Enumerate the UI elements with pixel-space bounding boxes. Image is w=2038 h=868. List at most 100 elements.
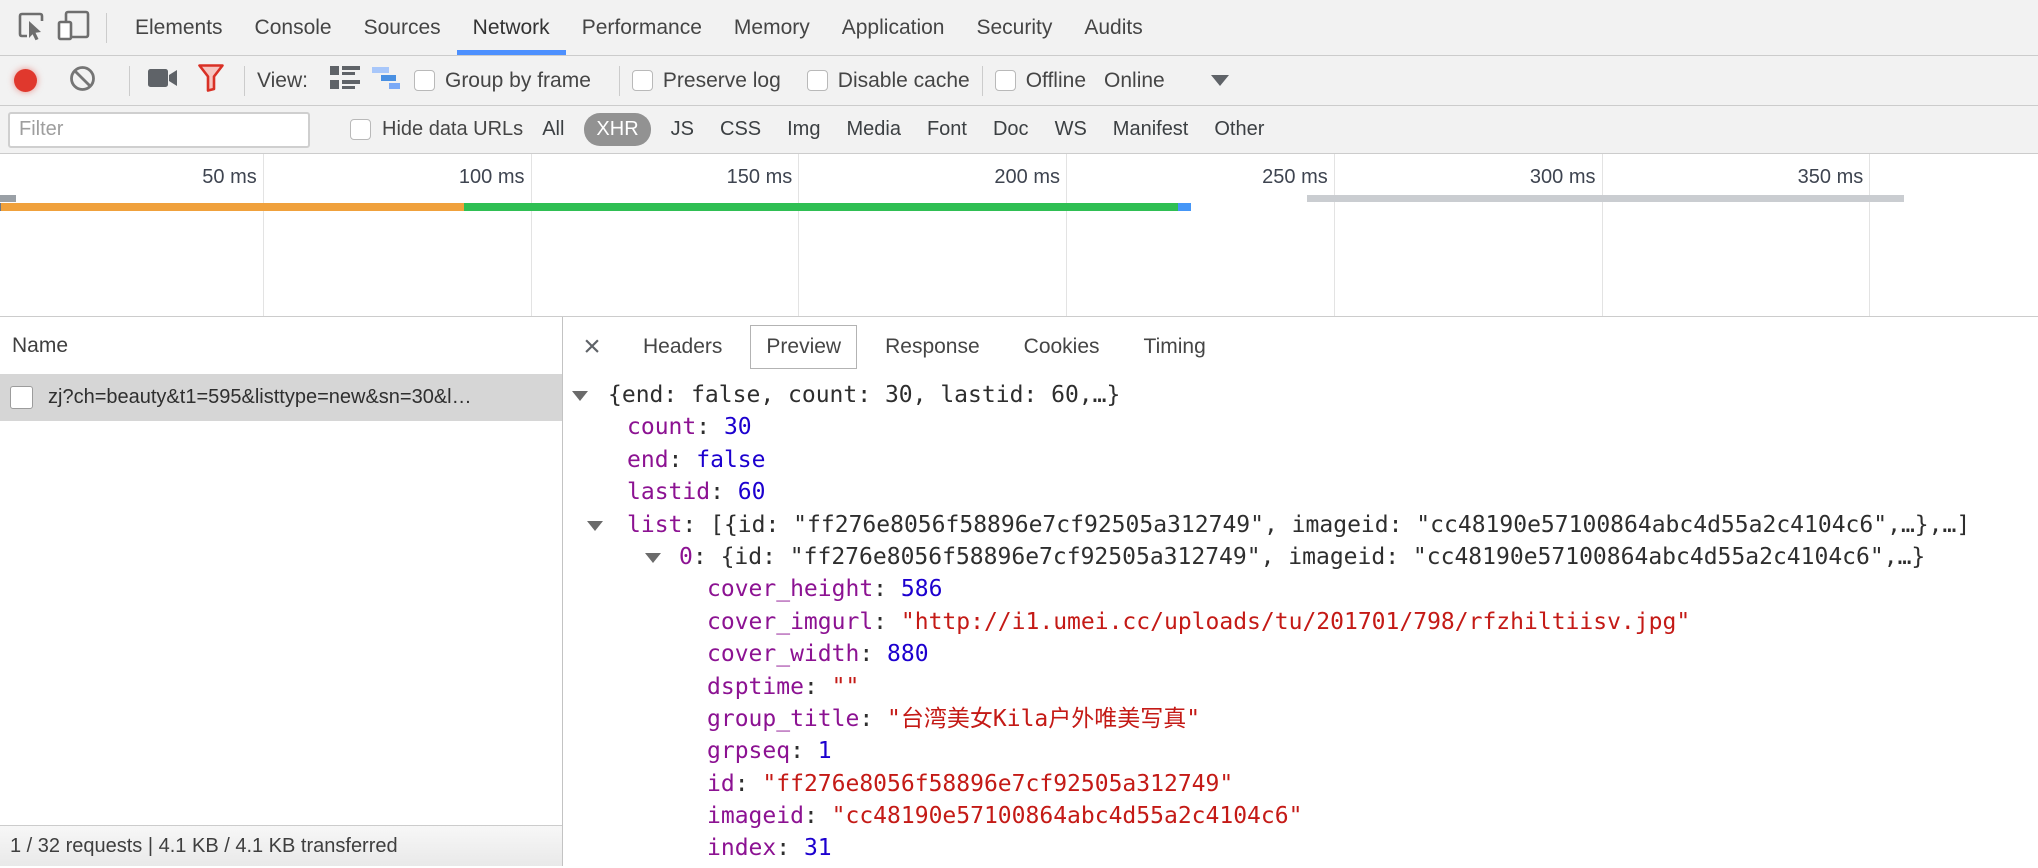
tree-row-dsptime[interactable]: dsptime: "" xyxy=(563,671,2038,703)
property-key: group_title xyxy=(707,706,859,732)
expand-arrow-icon[interactable] xyxy=(572,391,588,401)
tree-row-item-0[interactable]: 0: {id: "ff276e8056f58896e7cf92505a31274… xyxy=(563,541,2038,573)
throttling-dropdown-arrow-icon[interactable] xyxy=(1211,75,1229,86)
offline-checkbox[interactable] xyxy=(995,70,1016,91)
type-filter-xhr[interactable]: XHR xyxy=(584,113,650,146)
toggle-device-toolbar-button[interactable] xyxy=(52,8,94,48)
type-filter-manifest[interactable]: Manifest xyxy=(1113,118,1189,141)
hide-data-urls-checkbox[interactable] xyxy=(350,119,371,140)
colon: : xyxy=(873,576,901,602)
type-filter-img[interactable]: Img xyxy=(787,118,820,141)
type-filter-other[interactable]: Other xyxy=(1214,118,1264,141)
tree-row-group-title[interactable]: group_title: "台湾美女Kila户外唯美写真" xyxy=(563,703,2038,735)
property-key: cover_height xyxy=(707,576,873,602)
property-value: false xyxy=(696,447,765,473)
type-filter-font[interactable]: Font xyxy=(927,118,967,141)
tab-elements[interactable]: Elements xyxy=(119,0,239,55)
tree-row-listorder[interactable]: listorder: 31 xyxy=(563,865,2038,866)
detail-tab-preview[interactable]: Preview xyxy=(750,325,857,369)
colon: : xyxy=(859,641,887,667)
tree-row-index[interactable]: index: 31 xyxy=(563,832,2038,864)
devtools-window: Elements Console Sources Network Perform… xyxy=(0,0,2038,868)
colon: : xyxy=(804,674,832,700)
show-overview-button[interactable] xyxy=(366,61,408,101)
record-button[interactable] xyxy=(14,69,37,92)
property-key: imageid xyxy=(707,803,804,829)
tree-row-count[interactable]: count: 30 xyxy=(563,411,2038,443)
type-filter-all[interactable]: All xyxy=(542,118,564,141)
throttling-select[interactable]: Online xyxy=(1104,69,1165,93)
capture-screenshots-button[interactable] xyxy=(142,61,184,101)
view-label: View: xyxy=(257,69,308,93)
tree-row-cover-width[interactable]: cover_width: 880 xyxy=(563,638,2038,670)
tree-row-end[interactable]: end: false xyxy=(563,444,2038,476)
tab-label: Network xyxy=(473,16,550,40)
tree-row-cover-imgurl[interactable]: cover_imgurl: "http://i1.umei.cc/uploads… xyxy=(563,606,2038,638)
property-key: dsptime xyxy=(707,674,804,700)
detail-tab-timing[interactable]: Timing xyxy=(1128,325,1222,369)
preserve-log-checkbox[interactable] xyxy=(632,70,653,91)
group-by-frame-checkbox[interactable] xyxy=(414,70,435,91)
toolbar-separator xyxy=(106,13,107,43)
tree-row-root[interactable]: {end: false, count: 30, lastid: 60,…} xyxy=(563,379,2038,411)
colon: : xyxy=(693,544,721,570)
close-details-button[interactable]: × xyxy=(579,332,605,362)
type-filter-doc[interactable]: Doc xyxy=(993,118,1029,141)
tab-security[interactable]: Security xyxy=(960,0,1068,55)
devtools-tabbar: Elements Console Sources Network Perform… xyxy=(0,0,2038,56)
object-preview: [{id: "ff276e8056f58896e7cf92505a312749"… xyxy=(710,512,1970,538)
waterfall-segment-content-download xyxy=(464,203,1179,211)
filter-toggle-button[interactable] xyxy=(190,61,232,101)
property-value: 60 xyxy=(738,479,766,505)
tab-memory[interactable]: Memory xyxy=(718,0,826,55)
request-row[interactable]: zj?ch=beauty&t1=595&listtype=new&sn=30&l… xyxy=(0,374,562,421)
timeline-gridline xyxy=(263,154,264,316)
request-list-pane: Name zj?ch=beauty&t1=595&listtype=new&sn… xyxy=(0,317,563,866)
tab-console[interactable]: Console xyxy=(239,0,348,55)
json-preview-tree: {end: false, count: 30, lastid: 60,…} co… xyxy=(563,376,2038,866)
request-details-pane: × Headers Preview Response Cookies Timin… xyxy=(563,317,2038,866)
network-overview[interactable]: 50 ms100 ms150 ms200 ms250 ms300 ms350 m… xyxy=(0,154,2038,317)
detail-tab-headers[interactable]: Headers xyxy=(627,325,738,369)
clear-button[interactable] xyxy=(61,61,103,101)
request-summary-bar: 1 / 32 requests | 4.1 KB / 4.1 KB transf… xyxy=(0,825,562,866)
tree-row-list[interactable]: list: [{id: "ff276e8056f58896e7cf92505a3… xyxy=(563,509,2038,541)
expand-arrow-icon[interactable] xyxy=(587,521,603,531)
name-column-header[interactable]: Name xyxy=(0,317,562,374)
tree-row-imageid[interactable]: imageid: "cc48190e57100864abc4d55a2c4104… xyxy=(563,800,2038,832)
property-value: 586 xyxy=(901,576,943,602)
detail-tab-cookies[interactable]: Cookies xyxy=(1008,325,1116,369)
type-filter-media[interactable]: Media xyxy=(846,118,900,141)
type-filter-js[interactable]: JS xyxy=(671,118,694,141)
toolbar-separator xyxy=(982,66,983,96)
tab-label: Sources xyxy=(364,16,441,40)
property-key: 0 xyxy=(679,544,693,570)
tab-audits[interactable]: Audits xyxy=(1068,0,1158,55)
tree-row-grpseq[interactable]: grpseq: 1 xyxy=(563,735,2038,767)
tree-row-id[interactable]: id: "ff276e8056f58896e7cf92505a312749" xyxy=(563,768,2038,800)
disable-cache-label: Disable cache xyxy=(838,69,970,93)
type-filter-ws[interactable]: WS xyxy=(1055,118,1087,141)
tab-sources[interactable]: Sources xyxy=(348,0,457,55)
property-key: count xyxy=(627,414,696,440)
tab-application[interactable]: Application xyxy=(826,0,961,55)
filter-input[interactable] xyxy=(8,112,310,148)
tree-row-cover-height[interactable]: cover_height: 586 xyxy=(563,573,2038,605)
tab-network[interactable]: Network xyxy=(457,0,566,55)
detail-tab-response[interactable]: Response xyxy=(869,325,996,369)
colon: : xyxy=(669,447,697,473)
inspect-element-button[interactable] xyxy=(10,8,52,48)
request-checkbox[interactable] xyxy=(10,386,33,409)
disable-cache-checkbox[interactable] xyxy=(807,70,828,91)
large-request-rows-button[interactable] xyxy=(324,61,366,101)
toolbar-separator xyxy=(129,66,130,96)
colon: : xyxy=(790,738,818,764)
expand-arrow-icon[interactable] xyxy=(645,553,661,563)
tab-performance[interactable]: Performance xyxy=(566,0,718,55)
object-preview: {id: "ff276e8056f58896e7cf92505a312749",… xyxy=(721,544,1926,570)
tree-row-lastid[interactable]: lastid: 60 xyxy=(563,476,2038,508)
network-toolbar: View: xyxy=(0,56,2038,106)
network-log-split: Name zj?ch=beauty&t1=595&listtype=new&sn… xyxy=(0,317,2038,866)
timeline-tick-label: 50 ms xyxy=(113,166,257,189)
type-filter-css[interactable]: CSS xyxy=(720,118,761,141)
